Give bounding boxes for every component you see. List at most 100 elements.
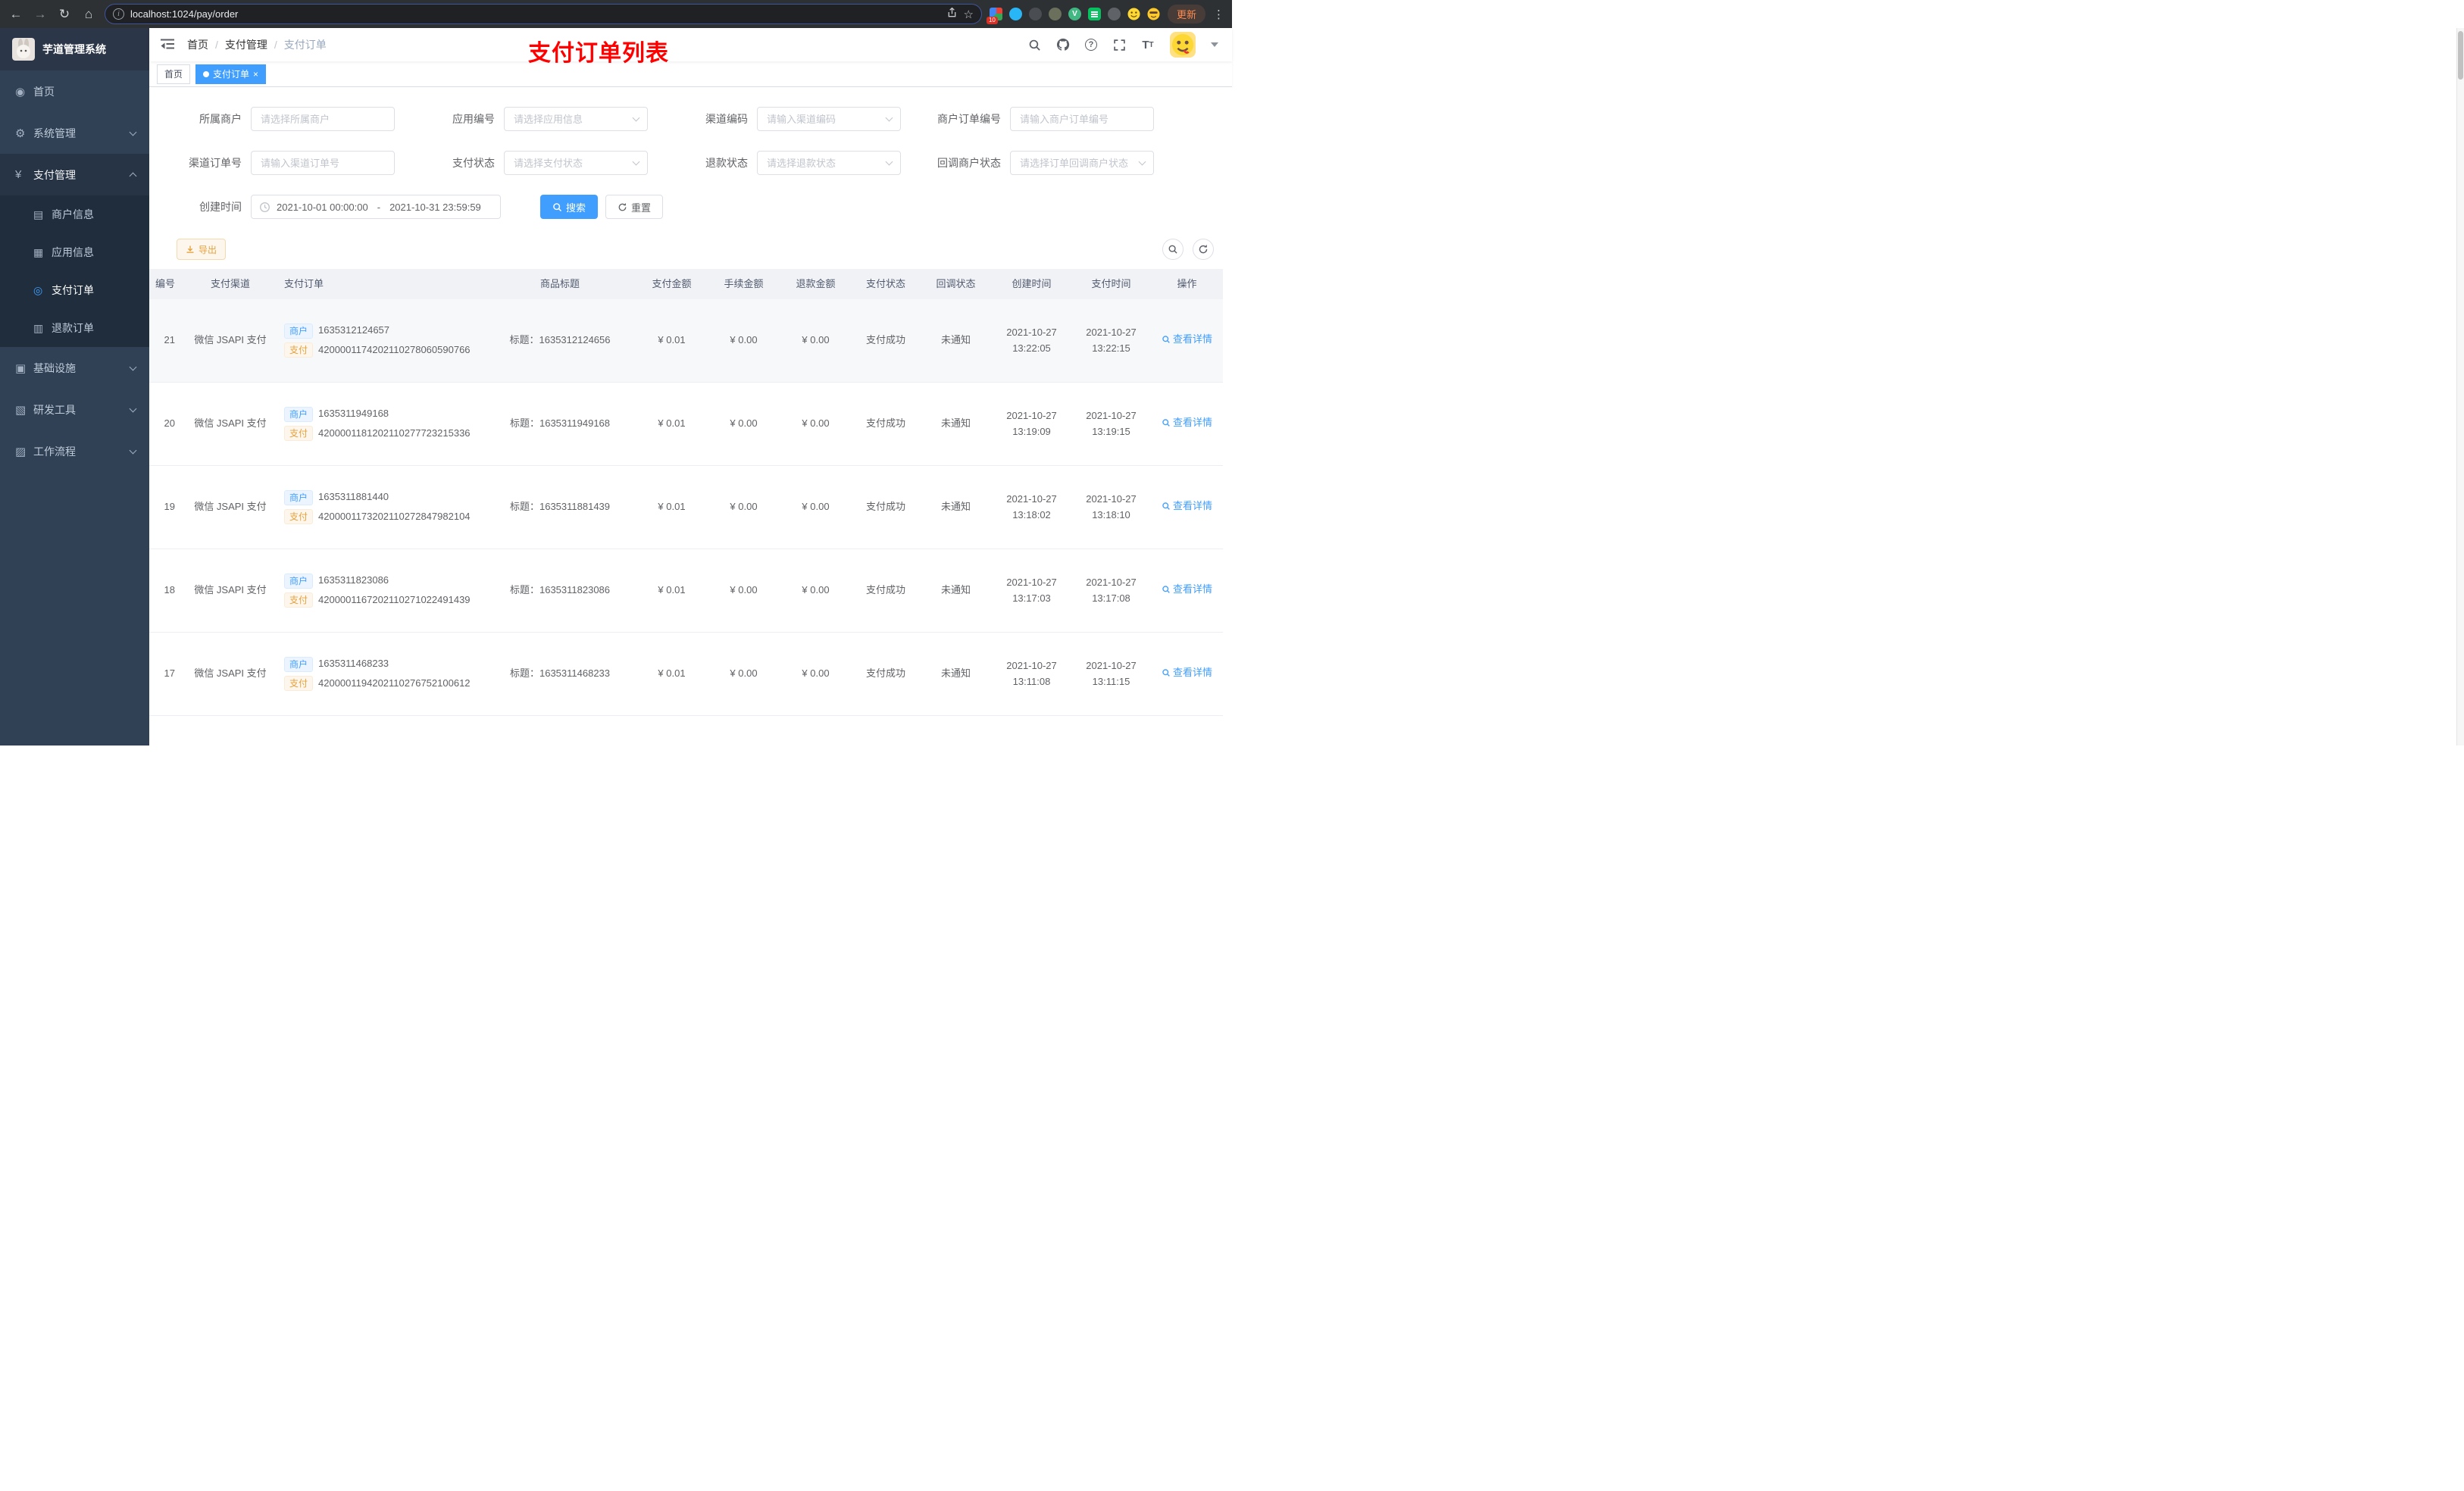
extension-icon[interactable]: [1048, 8, 1062, 20]
sidebar-item-dev-tools[interactable]: ▧ 研发工具: [0, 389, 149, 430]
sidebar-toggle-icon[interactable]: [160, 36, 177, 53]
extension-emoji-icon[interactable]: [1127, 8, 1140, 20]
refresh-icon[interactable]: ↻: [56, 8, 73, 20]
browser-menu-icon[interactable]: ⋮: [1213, 8, 1224, 21]
channel-order-no-filter-input[interactable]: [251, 151, 395, 175]
sidebar-item-home[interactable]: ◉ 首页: [0, 70, 149, 112]
profile-avatar[interactable]: [1147, 8, 1160, 20]
table-row[interactable]: 19 微信 JSAPI 支付 商户 1635311881440 支付 4200001173…: [149, 466, 1223, 549]
site-info-icon[interactable]: i: [113, 8, 124, 20]
refund-status-filter-input[interactable]: [757, 151, 901, 175]
extension-icon[interactable]: [1087, 8, 1101, 20]
font-size-icon[interactable]: TT: [1141, 38, 1155, 52]
github-icon[interactable]: [1056, 38, 1070, 52]
refund-status-filter[interactable]: [757, 151, 901, 175]
view-detail-link[interactable]: 查看详情: [1162, 415, 1212, 431]
forward-icon[interactable]: →: [32, 8, 48, 20]
back-icon[interactable]: ←: [8, 8, 24, 20]
chrome-update-button[interactable]: 更新: [1167, 5, 1205, 23]
chevron-up-icon: [129, 172, 137, 180]
merchant-order-no-filter[interactable]: [1010, 107, 1154, 131]
sidebar-item-infra[interactable]: ▣ 基础设施: [0, 347, 149, 389]
cell-action: 查看详情: [1151, 665, 1223, 683]
sidebar-item-pay[interactable]: ¥ 支付管理: [0, 154, 149, 195]
order-line: 支付 4200001173202110272847982104: [284, 509, 480, 525]
pay-status-filter-input[interactable]: [504, 151, 648, 175]
fullscreen-icon[interactable]: [1112, 38, 1126, 52]
notify-status-filter[interactable]: [1010, 151, 1154, 175]
channel-order-no-filter[interactable]: [251, 151, 395, 175]
bookmark-star-icon[interactable]: ☆: [964, 8, 974, 21]
cell-title: 标题：1635311881439: [509, 501, 611, 513]
table-row[interactable]: 18 微信 JSAPI 支付 商户 1635311823086 支付 4200001167…: [149, 549, 1223, 633]
reset-button-label: 重置: [631, 202, 652, 214]
order-number: 4200001167202110271022491439: [318, 594, 471, 605]
monitor-icon: ▣: [15, 361, 27, 375]
table-row[interactable]: 20 微信 JSAPI 支付 商户 1635311949168 支付 4200001181…: [149, 383, 1223, 466]
view-detail-label: 查看详情: [1172, 666, 1212, 678]
sidebar-logo[interactable]: 芋道管理系统: [0, 28, 149, 70]
sidebar-item-app-info[interactable]: ▦ 应用信息: [0, 233, 149, 271]
table-row[interactable]: 商户1635311157736: [149, 716, 1223, 746]
user-avatar[interactable]: [1170, 32, 1196, 58]
export-button[interactable]: 导出: [177, 239, 227, 260]
view-detail-link[interactable]: 查看详情: [1162, 332, 1212, 348]
notify-status-filter-input[interactable]: [1010, 151, 1154, 175]
view-detail-link[interactable]: 查看详情: [1162, 665, 1212, 681]
app-no-filter-input[interactable]: [504, 107, 648, 131]
sidebar-item-merchant-info[interactable]: ▤ 商户信息: [0, 195, 149, 233]
view-detail-link[interactable]: 查看详情: [1162, 499, 1212, 514]
sidebar-item-pay-order[interactable]: ◎ 支付订单: [0, 271, 149, 309]
reset-button[interactable]: 重置: [605, 195, 664, 219]
breadcrumb-pay-management[interactable]: 支付管理: [225, 37, 267, 52]
sidebar-item-system[interactable]: ⚙ 系统管理: [0, 112, 149, 154]
app-no-filter[interactable]: [504, 107, 648, 131]
search-button[interactable]: 搜索: [540, 195, 599, 219]
channel-code-filter[interactable]: [757, 107, 901, 131]
table-row[interactable]: 17 微信 JSAPI 支付 商户 1635311468233 支付 4200001194…: [149, 633, 1223, 716]
end-datetime[interactable]: 2021-10-31 23:59:59: [389, 202, 481, 213]
start-datetime[interactable]: 2021-10-01 00:00:00: [277, 202, 368, 213]
channel-code-filter-input[interactable]: [757, 107, 901, 131]
tab-home[interactable]: 首页: [157, 64, 191, 84]
merchant-order-no-filter-input[interactable]: [1010, 107, 1154, 131]
orders-table: 编号 支付渠道 支付订单 商品标题 支付金额 手续金额 退款金额 支付状态 回调状态 创建时间 支付…: [149, 269, 1232, 746]
share-icon[interactable]: [946, 7, 958, 22]
user-caret-icon[interactable]: [1211, 42, 1218, 47]
search-icon[interactable]: [1027, 38, 1041, 52]
pay-status-filter[interactable]: [504, 151, 648, 175]
order-line: 支付 4200001167202110271022491439: [284, 592, 480, 608]
sidebar-item-label: 研发工具: [33, 403, 76, 416]
merchant-filter-input[interactable]: [251, 107, 395, 131]
breadcrumb-home[interactable]: 首页: [187, 37, 208, 52]
merchant-filter[interactable]: [251, 107, 395, 131]
view-detail-link[interactable]: 查看详情: [1162, 582, 1212, 598]
show-search-toggle-button[interactable]: [1162, 239, 1184, 260]
order-line: 商户 1635312124657: [284, 323, 480, 339]
page-scrollbar[interactable]: [2456, 28, 2464, 746]
close-tab-icon[interactable]: ×: [253, 70, 258, 79]
cell-title: 标题：1635311468233: [509, 667, 611, 680]
extension-icon[interactable]: [1028, 8, 1042, 20]
extension-badge: 10: [986, 17, 998, 24]
refresh-table-button[interactable]: [1193, 239, 1214, 260]
tab-pay-order[interactable]: 支付订单 ×: [195, 64, 267, 84]
search-icon: [553, 202, 562, 211]
pay-tag: 支付: [284, 342, 314, 358]
vue-devtools-icon[interactable]: V: [1068, 8, 1081, 20]
cell-id: 17: [164, 667, 175, 680]
cell-title: 标题：1635311949168: [509, 417, 611, 430]
extension-icon[interactable]: 10: [986, 8, 1002, 24]
extensions-puzzle-icon[interactable]: [1107, 8, 1121, 20]
sidebar-item-refund-order[interactable]: ▥ 退款订单: [0, 309, 149, 347]
table-row[interactable]: 21 微信 JSAPI 支付 商户 1635312124657 支付 4200001174…: [149, 299, 1223, 383]
pay-submenu: ▤ 商户信息 ▦ 应用信息 ◎ 支付订单 ▥ 退款订单: [0, 195, 149, 347]
scrollbar-thumb[interactable]: [2458, 31, 2463, 80]
sidebar-item-workflow[interactable]: ▨ 工作流程: [0, 430, 149, 472]
home-icon[interactable]: ⌂: [80, 8, 97, 20]
create-time-range-picker[interactable]: 2021-10-01 00:00:00 - 2021-10-31 23:59:5…: [251, 195, 501, 219]
help-icon[interactable]: ?: [1085, 39, 1097, 51]
cell-channel: 微信 JSAPI 支付: [194, 417, 267, 430]
extension-icon[interactable]: [1008, 8, 1022, 20]
url-bar[interactable]: i localhost:1024/pay/order ☆: [105, 4, 982, 24]
